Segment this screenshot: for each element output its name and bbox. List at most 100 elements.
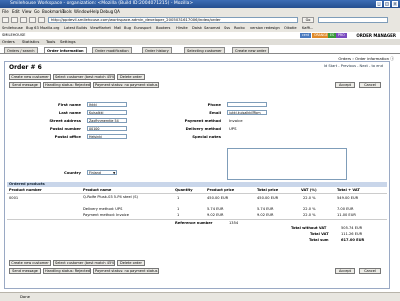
select-customer-button[interactable]: Select customer (best match 45%) <box>53 74 115 80</box>
handling-status-button[interactable]: Handling status: Rejected <box>43 82 91 88</box>
table-cell: 450.00 EUR <box>257 196 279 200</box>
back-icon[interactable] <box>2 17 9 23</box>
delete-order-button[interactable]: Delete order <box>117 74 145 80</box>
total-vat-label: Total VAT <box>310 232 329 236</box>
status-badge: cent <box>300 33 311 38</box>
handling-status-button[interactable]: Handling status: Rejected <box>43 268 91 274</box>
street-address-field[interactable]: Zaxfhnmerntie 54 <box>87 118 127 123</box>
menu-go[interactable]: Go <box>34 9 40 14</box>
send-message-button[interactable]: Send message <box>9 82 41 88</box>
menu-bookmarks[interactable]: Bookmarks <box>42 9 64 14</box>
bookmark-item[interactable]: Daisk <box>192 26 202 31</box>
minimize-icon[interactable]: _ <box>376 1 382 7</box>
table-cell: Q-Rolfe Plusk-03 5-P4 steel (S) <box>83 195 138 199</box>
status-badge: PRO <box>336 33 347 38</box>
accept-button[interactable]: Accept <box>335 82 355 88</box>
status-text: Done <box>20 294 30 299</box>
menu-file[interactable]: File <box>2 9 9 14</box>
select-customer-button[interactable]: Select customer (best match 45%) <box>53 260 115 266</box>
bookmark-item[interactable]: Mozilla.org <box>40 26 59 31</box>
reference-number-label: Reference number <box>175 221 213 225</box>
send-message-button[interactable]: Send message <box>9 268 41 274</box>
close-icon[interactable]: × <box>392 1 398 7</box>
phone-label: Phone <box>207 102 221 107</box>
col-product-name: Product name <box>83 188 112 192</box>
app-title: ORDER MANAGER <box>356 33 396 38</box>
bookmark-item[interactable]: Eurosport <box>134 26 151 31</box>
main-content: Orders / search Order information Order … <box>0 45 400 292</box>
last-name-label: Last name <box>58 110 81 115</box>
org-label: SMILEHOUSE <box>2 33 26 37</box>
menu-window[interactable]: Window <box>74 9 90 14</box>
col-total-vat: Total + VAT <box>337 188 360 192</box>
menu-edit[interactable]: Edit <box>12 9 20 14</box>
page-title: Order # 6 <box>9 64 42 71</box>
search-input[interactable] <box>318 17 388 23</box>
bookmark-item[interactable]: Bug <box>124 26 131 31</box>
bookmark-item[interactable]: Oikotie <box>284 26 297 31</box>
status-badge: ES <box>328 33 337 38</box>
reference-number-value: 1354 <box>229 221 239 225</box>
payment-status-button[interactable]: Payment status: no payment status <box>93 82 159 88</box>
col-vat: VAT (%) <box>301 188 317 192</box>
payment-method-value: Invoice <box>229 118 243 123</box>
accept-button[interactable]: Accept <box>335 268 355 274</box>
maximize-icon[interactable]: □ <box>384 1 390 7</box>
cancel-button[interactable]: Cancel <box>359 82 381 88</box>
menu-view[interactable]: View <box>22 9 32 14</box>
table-cell: 22.0 % <box>303 207 316 211</box>
payment-status-button[interactable]: Payment status: no payment status <box>93 268 159 274</box>
bookmark-item[interactable]: Smilehouse <box>2 26 23 31</box>
bookmark-item[interactable]: Hirsite <box>176 26 188 31</box>
last-name-field[interactable]: Kuisalkki <box>87 110 127 115</box>
bookmark-item[interactable]: Bookers <box>156 26 170 31</box>
table-cell: 450.00 EUR <box>207 196 229 200</box>
home-icon[interactable] <box>38 17 45 23</box>
country-label: Country <box>64 170 81 175</box>
menu-help[interactable]: Help <box>90 9 99 14</box>
postal-number-field[interactable]: 00100 <box>87 126 127 131</box>
menu-debug[interactable]: Debug <box>100 9 113 14</box>
tab-divider <box>0 53 400 54</box>
bookmark-item[interactable]: Sanomat <box>204 26 220 31</box>
url-input[interactable]: http://ppdevil.smilehouse.com/workspace.… <box>48 17 298 23</box>
table-cell: 1 <box>177 207 180 211</box>
table-cell: 5.74 EUR <box>207 207 224 211</box>
status-badge: ORANGE <box>312 33 330 38</box>
go-button[interactable]: Go <box>302 17 314 23</box>
first-name-field[interactable]: Jhkki <box>87 102 127 107</box>
special-notes-label: Special notes <box>192 134 221 139</box>
menu-tools[interactable]: Tools <box>62 9 72 14</box>
record-navigation[interactable]: Id Start - Previous - Next - to end <box>324 64 383 68</box>
bookmark-item[interactable]: Rocko <box>234 26 245 31</box>
email-field[interactable]: jukki.kuisalkki@bm <box>227 110 267 115</box>
col-product-price: Product price <box>207 188 235 192</box>
bookmark-item[interactable]: Mail <box>114 26 121 31</box>
bookmark-item[interactable]: Kaffi... <box>302 26 313 31</box>
create-customer-button[interactable]: Create new customer <box>9 74 51 80</box>
bookmark-item[interactable]: Bug 63 <box>26 26 39 31</box>
bookmark-item[interactable]: version redesign <box>250 26 280 31</box>
cancel-button[interactable]: Cancel <box>359 268 381 274</box>
window-titlebar: Smilehouse Workspace - organization: <Mo… <box>0 0 400 8</box>
table-cell: 1 <box>177 196 180 200</box>
forward-icon[interactable] <box>11 17 18 23</box>
table-cell: 9.02 EUR <box>257 213 274 217</box>
create-customer-button[interactable]: Create new customer <box>9 260 51 266</box>
special-notes-field[interactable] <box>227 148 347 180</box>
table-cell: 22.0 % <box>303 213 316 217</box>
ordered-products-header: Ordered products <box>7 182 387 187</box>
phone-field[interactable] <box>227 102 267 107</box>
table-cell: Delivery method: UPS <box>83 207 123 211</box>
email-label: Email <box>209 110 221 115</box>
delete-order-button[interactable]: Delete order <box>117 260 145 266</box>
stop-icon[interactable] <box>29 17 36 23</box>
reload-icon[interactable] <box>20 17 27 23</box>
postal-number-label: Postal number <box>49 126 81 131</box>
menu-qa[interactable]: QA <box>114 9 120 14</box>
postal-office-field[interactable]: Helsinki <box>87 134 127 139</box>
bookmark-item[interactable]: Sss <box>224 26 230 31</box>
bookmark-item[interactable]: Latest Builds <box>64 26 87 31</box>
chevron-down-icon[interactable]: ▼ <box>113 171 115 175</box>
bookmark-item[interactable]: ViewMarket <box>90 26 111 31</box>
